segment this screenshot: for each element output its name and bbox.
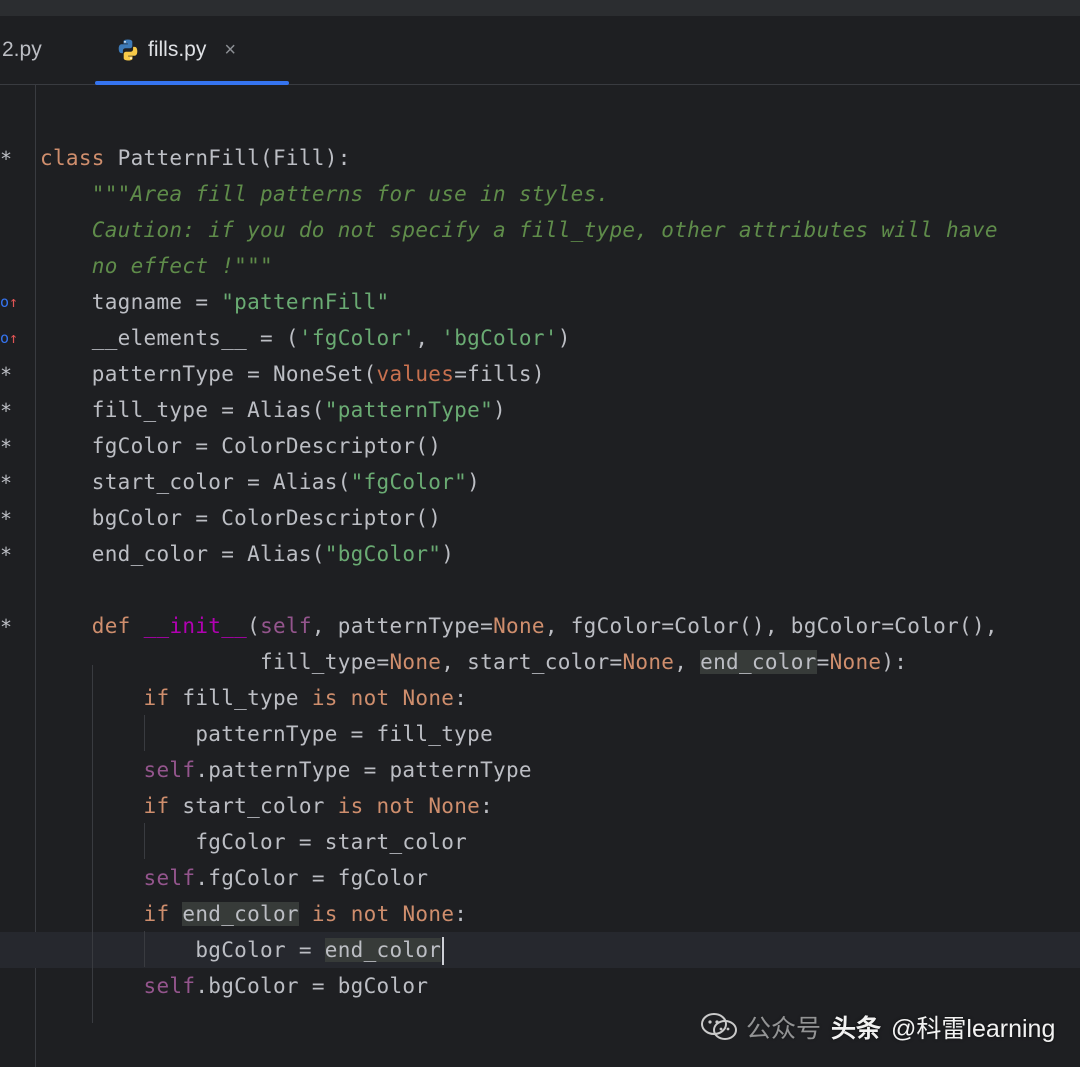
code-text: fill_type=None, start_color=None, end_co… [40,650,908,674]
code-line[interactable]: """Area fill patterns for use in styles. [0,176,1080,212]
code-text: fill_type = Alias("patternType") [40,398,506,422]
code-line[interactable]: * patternType = NoneSet(values=fills) [0,356,1080,392]
code-text: patternType = fill_type [40,722,494,746]
indent-guide [144,715,145,751]
code-text: class PatternFill(Fill): [40,146,351,170]
close-tab-icon[interactable]: × [224,39,236,62]
code-line[interactable]: if end_color is not None: [0,896,1080,932]
code-line[interactable]: fgColor = start_color [0,824,1080,860]
code-line[interactable]: no effect !""" [0,248,1080,284]
code-text: end_color = Alias("bgColor") [40,542,455,566]
code-text: if fill_type is not None: [143,686,468,710]
change-marker-icon[interactable]: * [0,140,12,176]
code-line[interactable]: * end_color = Alias("bgColor") [0,536,1080,572]
change-marker-icon[interactable]: * [0,536,12,572]
code-line[interactable]: o↑ __elements__ = ('fgColor', 'bgColor') [0,320,1080,356]
change-marker-icon[interactable]: * [0,428,12,464]
watermark-prefix: 公众号 [746,1015,822,1043]
code-text: __elements__ = ('fgColor', 'bgColor') [40,326,571,350]
code-text: patternType = NoneSet(values=fills) [40,362,545,386]
tab-label: 2.py [2,38,42,61]
code-line[interactable]: * fill_type = Alias("patternType") [0,392,1080,428]
code-text: tagname = "patternFill" [40,290,390,314]
code-line[interactable]: * class PatternFill(Fill): [0,140,1080,176]
code-text: no effect !""" [40,254,273,278]
code-text: fgColor = ColorDescriptor() [40,434,442,458]
change-marker-icon[interactable]: * [0,500,12,536]
text-caret [442,937,445,965]
tab-fills-py[interactable]: fills.py × [95,16,290,85]
change-marker-icon[interactable]: * [0,392,12,428]
code-line[interactable]: o↑ tagname = "patternFill" [0,284,1080,320]
code-text: Caution: if you do not specify a fill_ty… [40,218,998,242]
override-marker-icon[interactable]: o↑ [0,284,18,320]
tab-label: fills.py [148,38,207,61]
indent-guide [144,823,145,859]
watermark-handle: @科雷learning [891,1015,1056,1043]
override-marker-icon[interactable]: o↑ [0,320,18,356]
code-text: self.patternType = patternType [143,758,532,782]
code-text: bgColor = end_color [40,932,445,968]
code-text: start_color = Alias("fgColor") [40,470,481,494]
indent-guide [144,931,145,967]
code-text: """Area fill patterns for use in styles. [91,182,610,206]
code-line[interactable]: * def __init__(self, patternType=None, f… [0,608,1080,644]
code-line[interactable]: self.patternType = patternType [0,752,1080,788]
code-line[interactable]: if start_color is not None: [0,788,1080,824]
code-line[interactable]: * start_color = Alias("fgColor") [0,464,1080,500]
watermark: 公众号 头条 @科雷learning [700,1005,1055,1049]
code-line[interactable] [0,104,1080,140]
window-top-strip [0,0,1080,16]
code-line[interactable]: patternType = fill_type [0,716,1080,752]
change-marker-icon[interactable]: * [0,608,12,644]
code-text: self.bgColor = bgColor [143,974,429,998]
wechat-icon [701,1013,737,1040]
code-text: fgColor = start_color [40,830,468,854]
watermark-brand: 头条 [831,1015,882,1043]
code-text: self.fgColor = fgColor [143,866,429,890]
editor-tab-bar: 2.py fills.py × [0,16,1080,85]
code-line[interactable] [0,572,1080,608]
python-file-icon [118,39,138,61]
code-line[interactable]: Caution: if you do not specify a fill_ty… [0,212,1080,248]
code-text: if end_color is not None: [143,902,468,926]
indent-guide [92,665,93,1023]
code-line[interactable]: bgColor = end_color [0,932,1080,968]
code-line[interactable]: self.fgColor = fgColor [0,860,1080,896]
code-line[interactable]: self.bgColor = bgColor [0,968,1080,1004]
change-marker-icon[interactable]: * [0,464,12,500]
tab-2py[interactable]: 2.py [2,16,42,84]
code-text: def __init__(self, patternType=None, fgC… [91,614,998,638]
code-line[interactable]: fill_type=None, start_color=None, end_co… [0,644,1080,680]
code-line[interactable]: if fill_type is not None: [0,680,1080,716]
code-line[interactable]: * bgColor = ColorDescriptor() [0,500,1080,536]
code-text: if start_color is not None: [143,794,494,818]
code-editor[interactable]: * class PatternFill(Fill): """Area fill p… [0,85,1080,1067]
code-line[interactable]: * fgColor = ColorDescriptor() [0,428,1080,464]
change-marker-icon[interactable]: * [0,356,12,392]
code-text: bgColor = ColorDescriptor() [40,506,442,530]
